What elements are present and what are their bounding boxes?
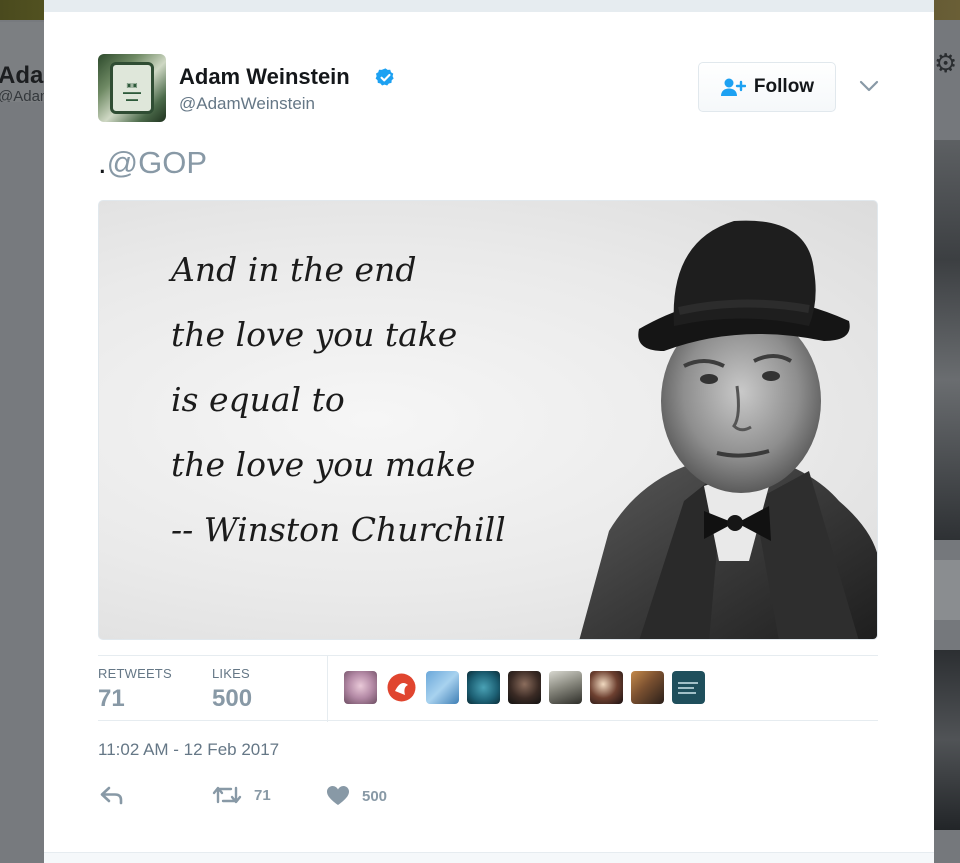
chevron-down-icon[interactable] [858, 78, 880, 94]
follow-button-label: Follow [753, 76, 815, 97]
like-button[interactable]: 500 [326, 785, 387, 807]
background-profile-name: Adam W [0, 62, 44, 89]
liker-avatar[interactable] [426, 671, 459, 704]
liker-avatar[interactable] [631, 671, 664, 704]
tweet-timestamp[interactable]: 11:02 AM - 12 Feb 2017 [98, 740, 279, 760]
display-name[interactable]: Adam Weinstein [179, 64, 350, 90]
gear-icon: ⚙ [934, 48, 958, 78]
follow-button[interactable]: Follow [698, 62, 836, 112]
portrait-illustration [579, 220, 877, 639]
background-divider [934, 560, 960, 620]
liker-avatar[interactable] [672, 671, 705, 704]
user-handle[interactable]: @AdamWeinstein [179, 94, 315, 114]
likers-avatars [344, 671, 705, 704]
liker-avatar[interactable] [385, 671, 418, 704]
add-user-icon [720, 78, 746, 96]
background-profile-handle: @AdamWe [0, 88, 44, 102]
likes-stat[interactable]: LIKES 500 [212, 666, 252, 713]
stats-divider [327, 656, 328, 722]
avatar[interactable]: ▣▣ ▬▬▬ ▬▬ [98, 54, 166, 122]
modal-bottom-edge [44, 852, 934, 863]
avatar-logo-lettering: ▣▣ ▬▬▬ ▬▬ [123, 83, 141, 103]
tweet-stats: RETWEETS 71 LIKES 500 [98, 655, 878, 722]
retweets-stat[interactable]: RETWEETS 71 [98, 666, 172, 713]
liker-avatar[interactable] [344, 671, 377, 704]
reply-button[interactable] [100, 785, 124, 805]
background-photo [934, 140, 960, 540]
likes-count: 500 [212, 685, 253, 712]
tweet-header: ▣▣ ▬▬▬ ▬▬ Adam Weinstein @AdamWeinstein Fo… [98, 54, 888, 124]
background-left-panel [0, 20, 44, 863]
background-photo [934, 650, 960, 830]
retweet-icon [212, 786, 242, 804]
avatar-badge: ▣▣ ▬▬▬ ▬▬ [110, 62, 154, 114]
retweets-label: RETWEETS [98, 666, 172, 681]
modal-top-edge [44, 0, 934, 12]
tweet-text-prefix: . [98, 145, 107, 180]
retweet-count: 71 [254, 786, 271, 804]
liker-avatar[interactable] [549, 671, 582, 704]
liker-avatar[interactable] [590, 671, 623, 704]
tweet-actions: 71 500 [98, 782, 498, 812]
mention-link[interactable]: @GOP [107, 145, 207, 180]
verified-badge-icon [375, 68, 394, 86]
background-profile-card: Adam W @AdamWe [0, 22, 44, 102]
reply-icon [100, 786, 123, 805]
heart-icon [327, 786, 349, 805]
tweet-photo[interactable]: And in the end the love you take is equa… [98, 200, 878, 640]
liker-avatar[interactable] [467, 671, 500, 704]
tweet-text: .@GOP [98, 145, 207, 181]
likes-label: LIKES [212, 666, 250, 681]
liker-avatar[interactable] [508, 671, 541, 704]
retweet-button[interactable]: 71 [212, 785, 271, 805]
like-count: 500 [362, 787, 388, 805]
retweets-count: 71 [98, 685, 125, 712]
